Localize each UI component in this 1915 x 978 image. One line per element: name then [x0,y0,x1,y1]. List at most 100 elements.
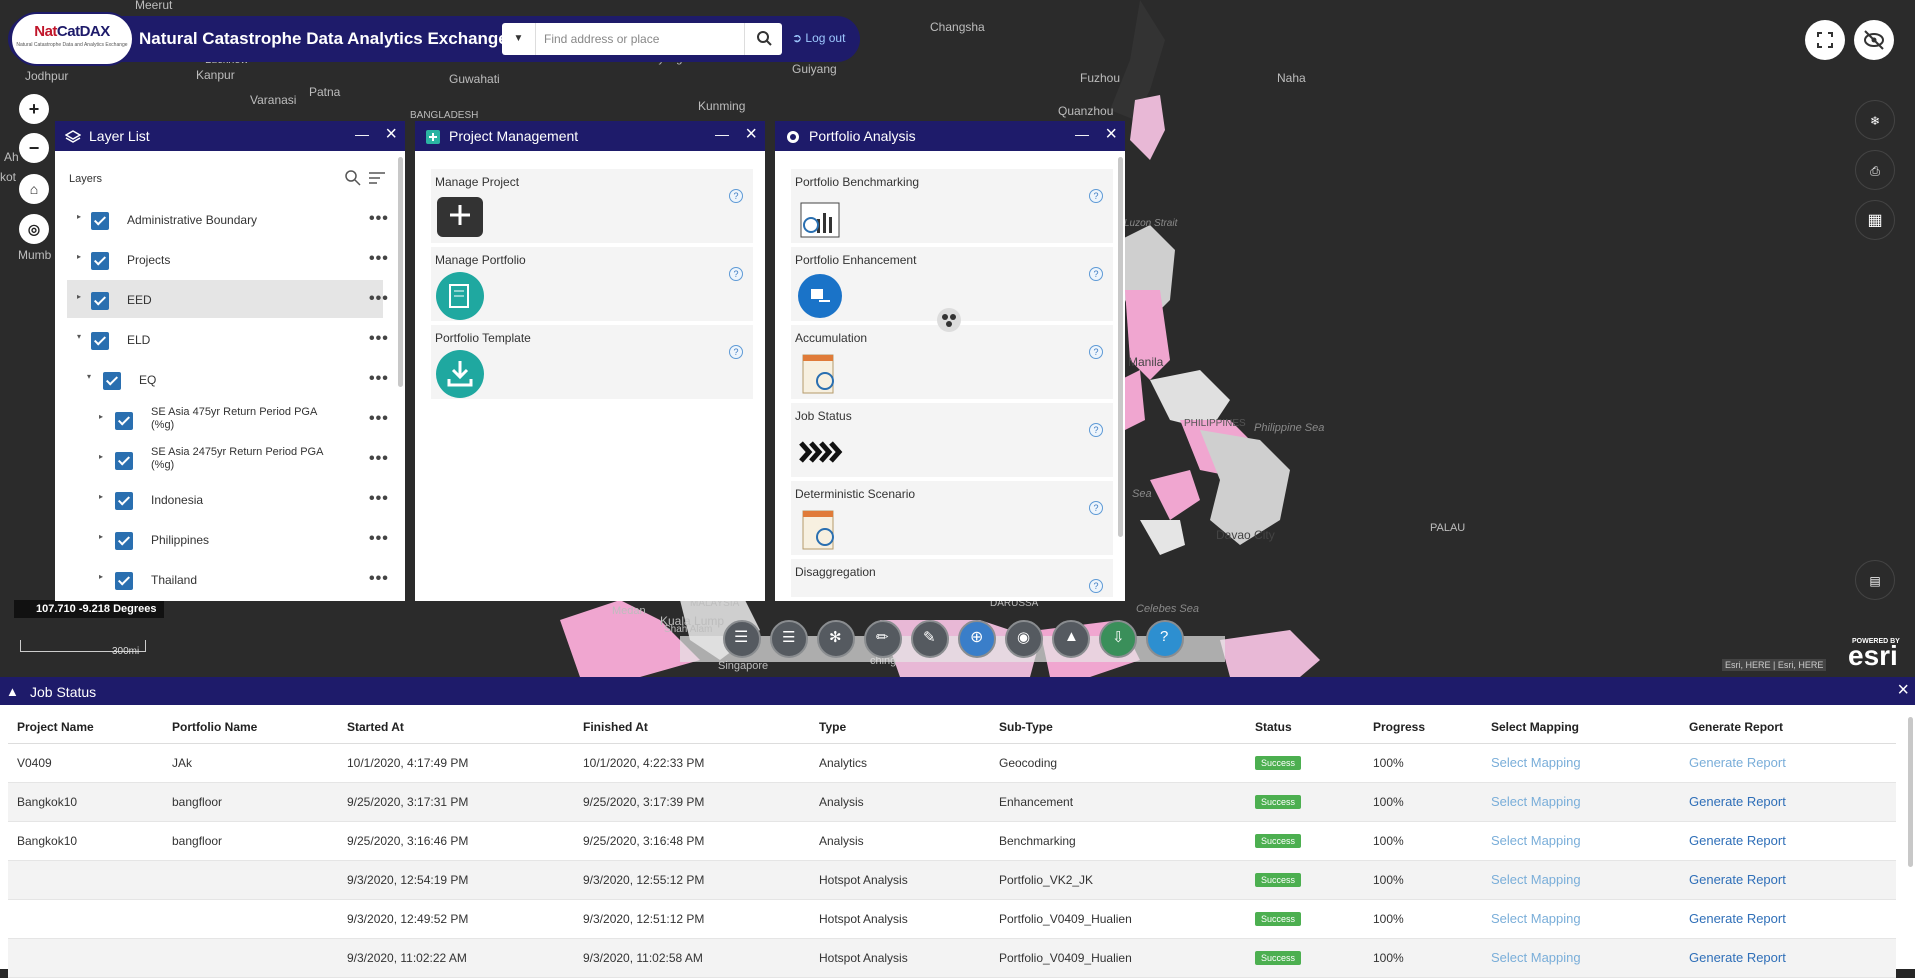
expand-arrow-icon[interactable]: ▸ [99,572,103,581]
layer-options-button[interactable]: ••• [369,450,389,468]
layer-list-widget-button[interactable]: ☰ [770,620,808,658]
collapse-arrow-icon[interactable]: ▾ [77,332,81,341]
collapse-arrow-icon[interactable]: ▾ [87,372,91,381]
generate-report-link[interactable]: Generate Report [1689,794,1786,809]
layer-checkbox[interactable] [115,572,133,590]
layer-options-button[interactable]: ••• [369,490,389,508]
close-button[interactable]: × [385,123,397,146]
hide-panels-button[interactable] [1854,20,1894,60]
expand-arrow-icon[interactable]: ▸ [77,292,81,301]
help-icon[interactable]: ? [729,345,743,359]
expand-arrow-icon[interactable]: ▸ [99,452,103,461]
layer-checkbox[interactable] [91,252,109,270]
layer-item-eld[interactable]: ▾ ELD ••• [67,320,397,358]
locate-button[interactable]: ◎ [19,214,49,244]
help-widget-button[interactable]: ? [1146,620,1184,658]
help-icon[interactable]: ? [1089,579,1103,593]
expand-arrow-icon[interactable]: ▸ [99,532,103,541]
tool-item-manage-portfolio[interactable]: Manage Portfolio ? [431,247,753,323]
help-icon[interactable]: ? [1089,189,1103,203]
layer-checkbox[interactable] [115,532,133,550]
download-widget-button[interactable]: ⇩ [1099,620,1137,658]
layer-checkbox[interactable] [91,332,109,350]
expand-arrow-icon[interactable]: ▸ [99,412,103,421]
tool-item-portfolio-benchmarking[interactable]: Portfolio Benchmarking ? [791,169,1113,245]
layer-checkbox[interactable] [115,412,133,430]
minimize-button[interactable]: — [715,126,729,142]
layer-item-se-asia-475yr[interactable]: ▸ SE Asia 475yr Return Period PGA (%g) •… [67,400,397,438]
select-mapping-link[interactable]: Select Mapping [1491,911,1581,926]
layer-options-button[interactable]: ••• [369,330,389,348]
scrollbar[interactable] [1908,717,1913,867]
zoom-in-button[interactable]: + [19,94,49,124]
scrollbar[interactable] [398,157,403,387]
select-mapping-link[interactable]: Select Mapping [1491,950,1581,965]
layer-checkbox[interactable] [91,292,109,310]
tool-item-deterministic-scenario[interactable]: Deterministic Scenario ? [791,481,1113,557]
print-button[interactable]: ⎙ [1855,150,1895,190]
layer-options-button[interactable]: ••• [369,410,389,428]
generate-report-link[interactable]: Generate Report [1689,950,1786,965]
help-icon[interactable]: ? [729,189,743,203]
analysis-widget-button[interactable]: ✻ [817,620,855,658]
search-button[interactable] [744,23,782,55]
generate-report-link[interactable]: Generate Report [1689,755,1786,770]
minimize-button[interactable]: — [1075,126,1089,142]
tool-item-accumulation[interactable]: Accumulation ? [791,325,1113,401]
layer-options-button[interactable]: ••• [369,210,389,228]
layer-item-eed[interactable]: ▸ EED ••• [67,280,388,318]
layer-options-button[interactable]: ••• [369,530,389,548]
generate-report-link[interactable]: Generate Report [1689,872,1786,887]
select-mapping-link[interactable]: Select Mapping [1491,872,1581,887]
help-icon[interactable]: ? [1089,345,1103,359]
layer-item-thailand[interactable]: ▸ Thailand ••• [67,560,397,598]
search-icon[interactable] [344,169,362,187]
draw-widget-button[interactable]: ✎ [911,620,949,658]
home-button[interactable]: ⌂ [19,174,49,204]
expand-arrow-icon[interactable]: ▸ [77,252,81,261]
layer-options-button[interactable]: ••• [369,570,389,588]
help-icon[interactable]: ? [1089,423,1103,437]
expand-arrow-icon[interactable]: ▸ [99,492,103,501]
search-source-dropdown[interactable]: ▼ [502,23,536,55]
layer-item-philippines[interactable]: ▸ Philippines ••• [67,520,397,558]
tool-item-job-status[interactable]: Job Status ? [791,403,1113,479]
zoom-out-button[interactable]: − [19,133,49,163]
layer-item-eq[interactable]: ▾ EQ ••• [67,360,397,398]
layer-checkbox[interactable] [103,372,121,390]
layer-checkbox[interactable] [115,452,133,470]
layer-options-button[interactable]: ••• [369,290,389,308]
layer-checkbox[interactable] [91,212,109,230]
generate-report-link[interactable]: Generate Report [1689,911,1786,926]
fullscreen-button[interactable] [1805,20,1845,60]
measure-widget-button[interactable]: ✏ [864,620,902,658]
help-icon[interactable]: ? [729,267,743,281]
select-mapping-link[interactable]: Select Mapping [1491,794,1581,809]
scrollbar[interactable] [1118,157,1123,537]
close-button[interactable]: × [1105,123,1117,146]
attribute-table-button[interactable]: ▤ [1855,560,1895,600]
generate-report-link[interactable]: Generate Report [1689,833,1786,848]
logout-link[interactable]: ➲ Log out [792,31,845,45]
widgets-grid-button[interactable]: ▦ [1855,200,1895,240]
layer-item-projects[interactable]: ▸ Projects ••• [67,240,397,278]
help-icon[interactable]: ? [1089,501,1103,515]
layer-item-administrative-boundary[interactable]: ▸ Administrative Boundary ••• [67,200,397,238]
expand-arrow-icon[interactable]: ▸ [77,212,81,221]
layer-options-button[interactable]: ••• [369,250,389,268]
select-mapping-link[interactable]: Select Mapping [1491,755,1581,770]
help-icon[interactable]: ? [1089,267,1103,281]
legend-widget-button[interactable]: ☰ [723,620,761,658]
basemap-button[interactable]: ❄ [1855,100,1895,140]
portfolio-analysis-widget-button[interactable]: ◉ [1005,620,1043,658]
layer-checkbox[interactable] [115,492,133,510]
tool-item-manage-project[interactable]: Manage Project ? [431,169,753,245]
project-management-widget-button[interactable]: ⊕ [958,620,996,658]
layer-item-indonesia[interactable]: ▸ Indonesia ••• [67,480,397,518]
tool-item-portfolio-template[interactable]: Portfolio Template ? [431,325,753,401]
layer-options-button[interactable]: ••• [369,370,389,388]
layer-item-se-asia-2475yr[interactable]: ▸ SE Asia 2475yr Return Period PGA (%g) … [67,440,397,478]
filter-list-icon[interactable] [368,169,386,187]
job-status-widget-button[interactable]: ▲ [1052,620,1090,658]
tool-item-disaggregation[interactable]: Disaggregation ? [791,559,1113,599]
